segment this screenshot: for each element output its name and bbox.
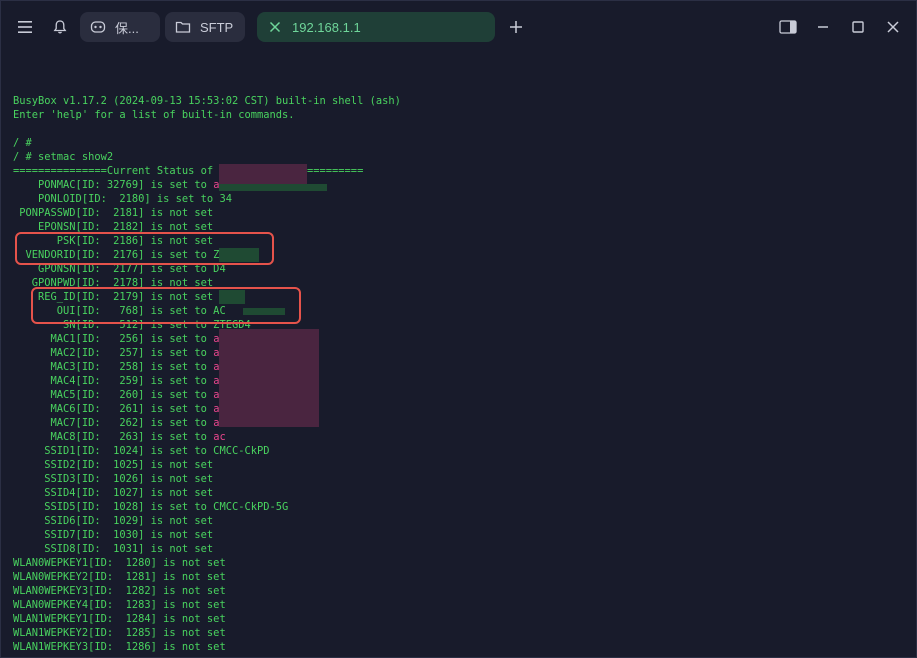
terminal-output[interactable]: BusyBox v1.17.2 (2024-09-13 15:53:02 CST… [13,80,903,653]
title-bar: 保... SFTP 192.168.1.1 [1,1,917,53]
notifications-button[interactable] [46,13,74,41]
sidebar-icon [779,20,797,34]
tab-saved[interactable]: 保... [80,12,160,42]
terminal-line: BusyBox v1.17.2 (2024-09-13 15:53:02 CST… [13,95,401,107]
terminal-line: WLAN0WEPKEY1[ID: 1280] is not set [13,557,226,569]
redaction-mask [219,164,307,184]
tab-label: SFTP [200,19,234,35]
terminal-line: MAC5[ID: 260] is set to ac [13,388,903,402]
minimize-icon [818,26,828,28]
terminal-line: Enter 'help' for a list of built-in comm… [13,109,295,121]
minimize-button[interactable] [809,13,837,41]
terminal-line: SSID3[ID: 1026] is not set [13,473,214,485]
window-close-button[interactable] [879,13,907,41]
terminal-line: SSID1[ID: 1024] is set to CMCC-CkPD [13,445,270,457]
terminal-line: MAC1[ID: 256] is set to ac [13,332,903,346]
terminal-line: SSID6[ID: 1029] is not set [13,515,214,527]
window-close-icon [887,21,899,33]
redaction-mask [219,184,327,191]
menu-button[interactable] [11,13,39,41]
terminal-line: PONLOID[ID: 2180] is set to 34 [13,193,232,205]
terminal-line: SSID8[ID: 1031] is not set [13,543,214,555]
tab-sftp[interactable]: SFTP [165,12,245,42]
terminal-line: MAC8[ID: 263] is set to ac [13,431,226,443]
terminal-line: SSID5[ID: 1028] is set to CMCC-CkPD-5G [13,501,289,513]
bell-icon [53,20,67,34]
terminal-line: ===============Current Status of TagPara… [13,165,364,177]
terminal-line: MAC2[ID: 257] is set to ac [13,346,903,360]
terminal-line: MAC3[ID: 258] is set to ac [13,360,903,374]
maximize-icon [852,21,864,33]
terminal-line: SSID7[ID: 1030] is not set [13,529,214,541]
redaction-mask [219,329,319,427]
terminal-line: / # setmac show2 [13,151,114,163]
mac-value: ac [213,431,226,443]
terminal-line: WLAN1WEPKEY3[ID: 1286] is not set [13,641,226,653]
maximize-button[interactable] [844,13,872,41]
new-tab-button[interactable] [502,13,530,41]
gamepad-icon [87,16,109,38]
terminal-line: PONMAC[ID: 32769] is set to ac [13,178,903,192]
terminal-line: WLAN0WEPKEY4[ID: 1283] is not set [13,599,226,611]
terminal-line: WLAN1WEPKEY2[ID: 1285] is not set [13,627,226,639]
terminal-line: WLAN0WEPKEY3[ID: 1282] is not set [13,585,226,597]
tab-host[interactable]: 192.168.1.1 [257,12,495,42]
terminal-line: PONPASSWD[ID: 2181] is not set [13,207,214,219]
terminal-line: WLAN1WEPKEY1[ID: 1284] is not set [13,613,226,625]
highlight-oui-sn [31,287,301,324]
terminal-window: 保... SFTP 192.168.1.1 BusyBox v1.17.2 (2… [0,0,917,658]
terminal-line: SSID2[ID: 1025] is not set [13,459,214,471]
close-icon[interactable] [264,16,286,38]
tab-label: 192.168.1.1 [292,19,361,35]
terminal-line: / # [13,137,32,149]
menu-icon [18,21,32,33]
terminal-line: MAC7[ID: 262] is set to ac [13,416,903,430]
folder-icon [172,16,194,38]
terminal-line: WLAN0WEPKEY2[ID: 1281] is not set [13,571,226,583]
terminal-line: MAC6[ID: 261] is set to ac [13,402,903,416]
plus-icon [510,21,522,33]
terminal-line: MAC4[ID: 259] is set to ac [13,374,903,388]
toggle-sidebar-button[interactable] [774,13,802,41]
highlight-vendorid-gponsn [15,232,274,265]
tab-label: 保... [115,20,139,36]
terminal-line: SSID4[ID: 1027] is not set [13,487,214,499]
